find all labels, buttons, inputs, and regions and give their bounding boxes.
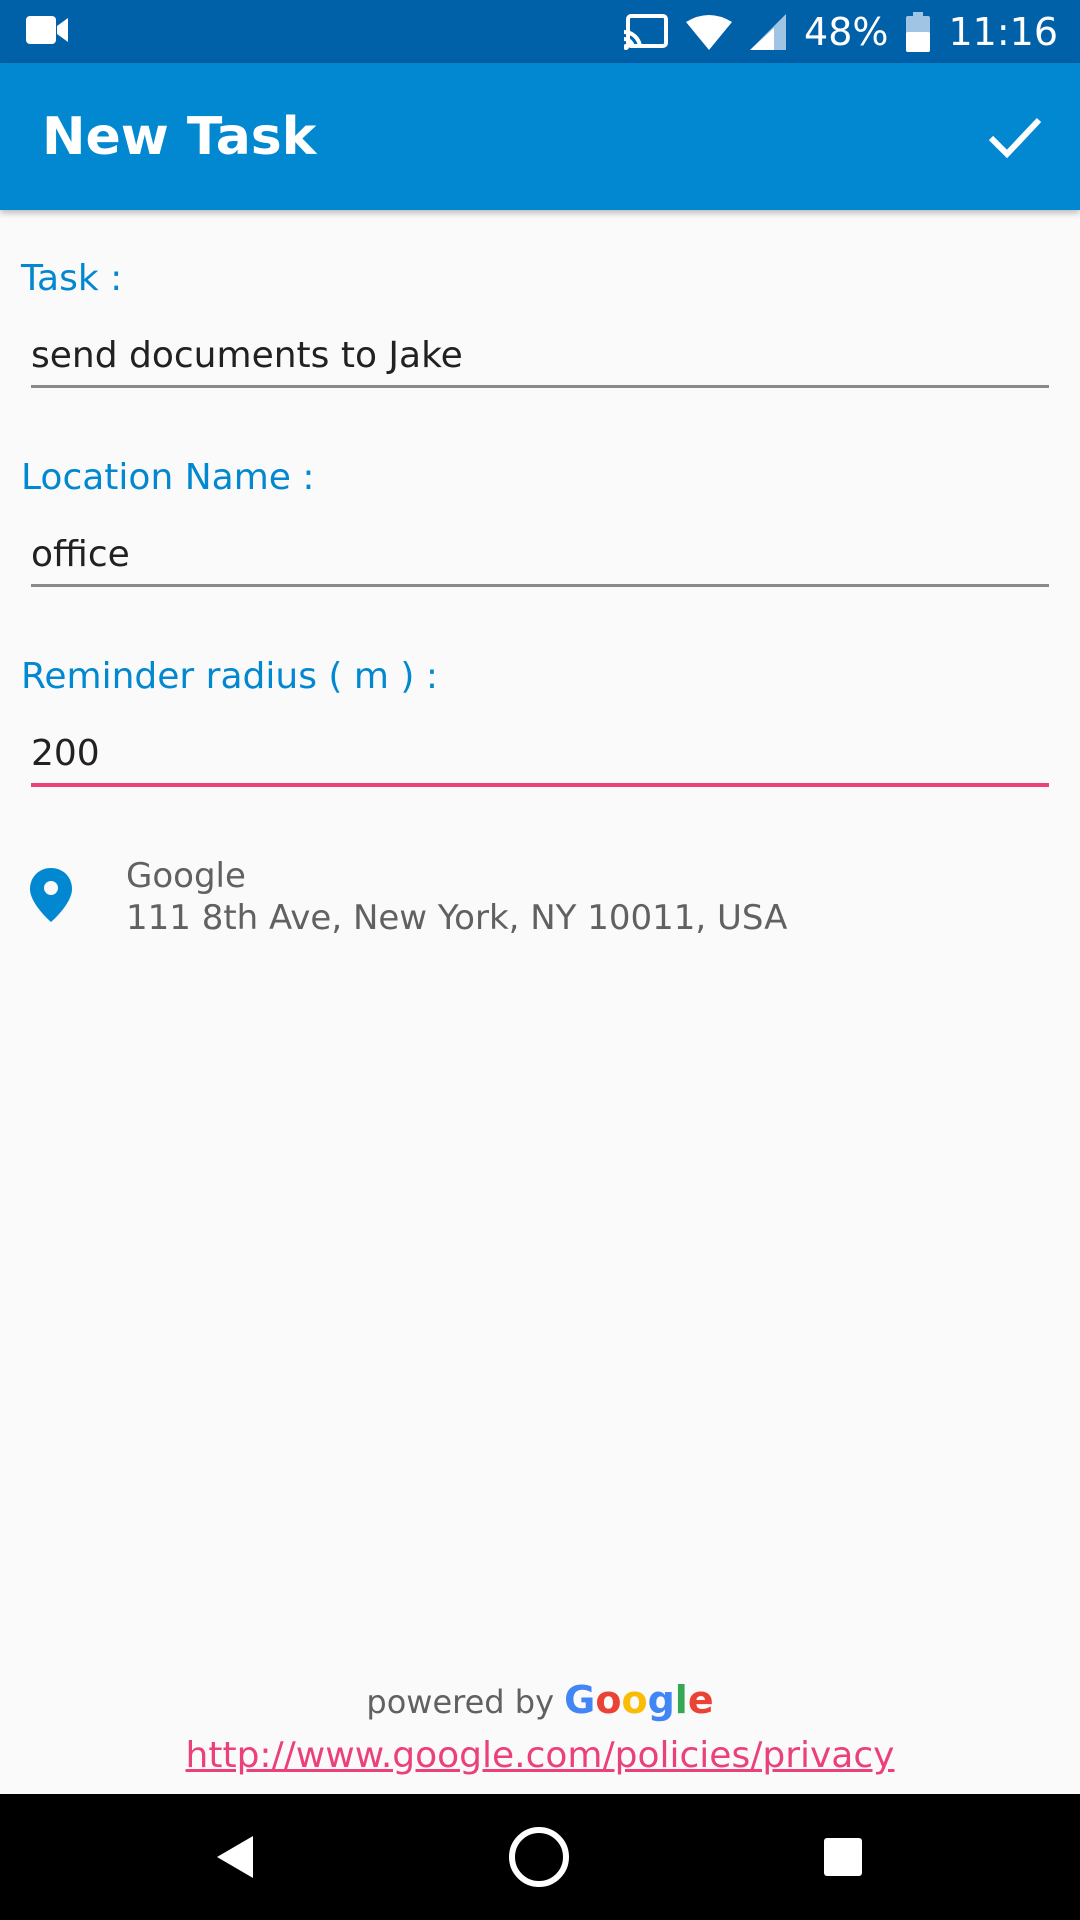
check-icon bbox=[988, 117, 1042, 159]
cast-icon bbox=[624, 13, 669, 50]
task-input[interactable] bbox=[31, 322, 1049, 388]
place-address: 111 8th Ave, New York, NY 10011, USA bbox=[126, 898, 788, 938]
back-button[interactable] bbox=[200, 1822, 270, 1892]
clock: 11:16 bbox=[948, 9, 1058, 54]
page-title: New Task bbox=[42, 107, 317, 167]
task-underline bbox=[31, 385, 1049, 388]
reminder-radius-label: Reminder radius ( m ) : bbox=[21, 656, 439, 697]
privacy-link[interactable]: http://www.google.com/policies/privacy bbox=[0, 1735, 1080, 1776]
google-letter: e bbox=[687, 1678, 714, 1722]
google-logo: Google bbox=[564, 1678, 713, 1722]
home-icon bbox=[509, 1827, 569, 1887]
app-bar: New Task bbox=[0, 63, 1080, 210]
video-call-icon bbox=[26, 14, 70, 51]
google-letter: g bbox=[647, 1678, 675, 1722]
google-attribution: powered by Google bbox=[0, 1678, 1080, 1722]
save-button[interactable] bbox=[980, 103, 1050, 173]
status-bar: 48% 11:16 bbox=[0, 0, 1080, 63]
location-name-underline bbox=[31, 584, 1049, 587]
recents-button[interactable] bbox=[808, 1822, 878, 1892]
google-letter: G bbox=[564, 1678, 596, 1722]
battery-percent: 48% bbox=[804, 9, 889, 54]
selected-place[interactable]: Google 111 8th Ave, New York, NY 10011, … bbox=[0, 850, 1080, 960]
back-icon bbox=[217, 1836, 253, 1878]
google-letter: o bbox=[595, 1678, 622, 1722]
battery-icon bbox=[906, 11, 931, 52]
location-name-input[interactable] bbox=[31, 521, 1049, 587]
task-label: Task : bbox=[21, 258, 123, 299]
reminder-radius-underline bbox=[31, 783, 1049, 787]
powered-by-text: powered by bbox=[366, 1683, 554, 1721]
google-letter: o bbox=[621, 1678, 648, 1722]
wifi-icon bbox=[686, 14, 733, 50]
navigation-bar bbox=[0, 1794, 1080, 1920]
reminder-radius-input[interactable] bbox=[31, 720, 1049, 786]
recents-icon bbox=[824, 1838, 862, 1876]
google-letter: l bbox=[674, 1678, 688, 1722]
signal-icon bbox=[750, 13, 787, 50]
home-button[interactable] bbox=[504, 1822, 574, 1892]
location-pin-icon bbox=[30, 868, 72, 927]
location-name-label: Location Name : bbox=[21, 457, 315, 498]
place-name: Google bbox=[126, 856, 246, 896]
